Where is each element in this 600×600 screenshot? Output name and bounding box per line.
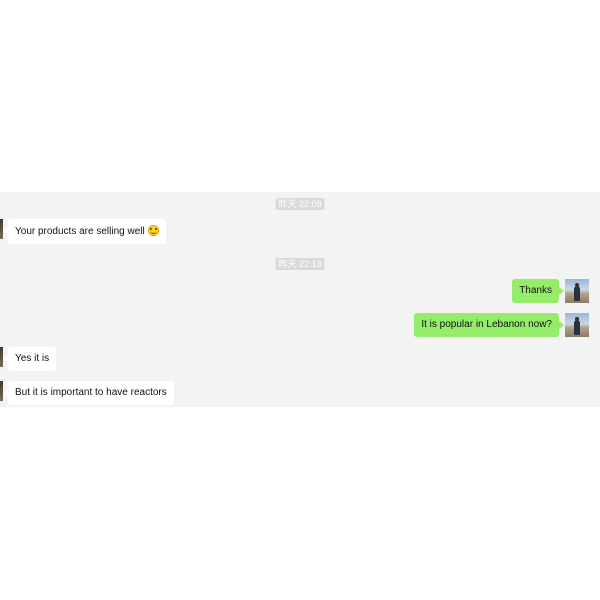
message-text: Thanks bbox=[519, 285, 552, 296]
message-bubble-incoming[interactable]: Yes it is bbox=[2, 347, 57, 371]
timestamp: 昨天 22:13 bbox=[275, 258, 325, 270]
message-text: It is popular in Lebanon now? bbox=[421, 319, 552, 330]
message-text: Yes it is bbox=[15, 353, 50, 364]
avatar-head bbox=[575, 317, 579, 321]
message-bubble-incoming[interactable]: But it is important to have reactors bbox=[3, 381, 174, 405]
timestamp: 昨天 22:08 bbox=[275, 198, 325, 210]
message-bubble-incoming[interactable]: Your products are selling well bbox=[3, 219, 166, 244]
message-bubble-outgoing[interactable]: Thanks bbox=[512, 279, 564, 303]
smiling-face-emoji-icon bbox=[147, 225, 159, 236]
message-text: Your products are selling well bbox=[15, 226, 145, 237]
message-bubble-outgoing[interactable]: It is popular in Lebanon now? bbox=[414, 313, 564, 337]
user-avatar[interactable] bbox=[565, 313, 589, 337]
chat-area: 昨天 22:08 Your products are selling well … bbox=[0, 192, 600, 407]
avatar-figure bbox=[574, 286, 580, 301]
message-text: But it is important to have reactors bbox=[15, 387, 167, 398]
user-avatar[interactable] bbox=[565, 279, 589, 303]
avatar-head bbox=[575, 283, 579, 287]
avatar-figure bbox=[574, 320, 580, 335]
